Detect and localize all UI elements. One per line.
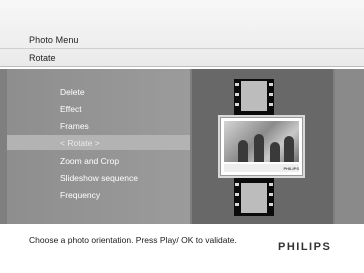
menu-item-frequency[interactable]: Frequency [60,190,100,200]
photo-figure [284,136,294,162]
right-panel-strip [335,69,364,224]
film-thumbnail-top[interactable] [241,81,267,111]
photo-figure [270,142,280,162]
film-hole [269,83,273,86]
film-hole [269,203,273,206]
menu-item-slideshow-sequence[interactable]: Slideshow sequence [60,173,138,183]
film-hole [235,183,239,186]
film-hole [269,193,273,196]
film-hole [235,93,239,96]
film-hole [235,103,239,106]
film-hole [269,183,273,186]
frame-brand-label: PHILIPS [283,166,299,171]
selected-photo-frame[interactable]: PHILIPS [220,117,303,176]
photo-figure [254,134,264,162]
philips-logo: PHILIPS [278,241,332,253]
film-hole [235,203,239,206]
film-hole [235,83,239,86]
breadcrumb-photo-menu: Photo Menu [29,35,79,45]
header-divider [0,48,364,49]
menu-item-frames[interactable]: Frames [60,121,89,131]
menu-item-effect[interactable]: Effect [60,104,82,114]
film-hole [235,193,239,196]
header-bottom-divider [0,66,364,67]
menu-item-delete[interactable]: Delete [60,87,85,97]
film-hole [269,103,273,106]
menu-item-zoom-crop[interactable]: Zoom and Crop [60,156,119,166]
menu-item-rotate[interactable]: < Rotate > [60,138,100,148]
photo-figure [238,140,248,162]
film-hole [269,93,273,96]
help-text: Choose a photo orientation. Press Play/ … [29,235,237,245]
breadcrumb-rotate: Rotate [29,53,56,63]
film-thumbnail-bottom[interactable] [241,183,267,213]
selected-photo [224,121,299,162]
